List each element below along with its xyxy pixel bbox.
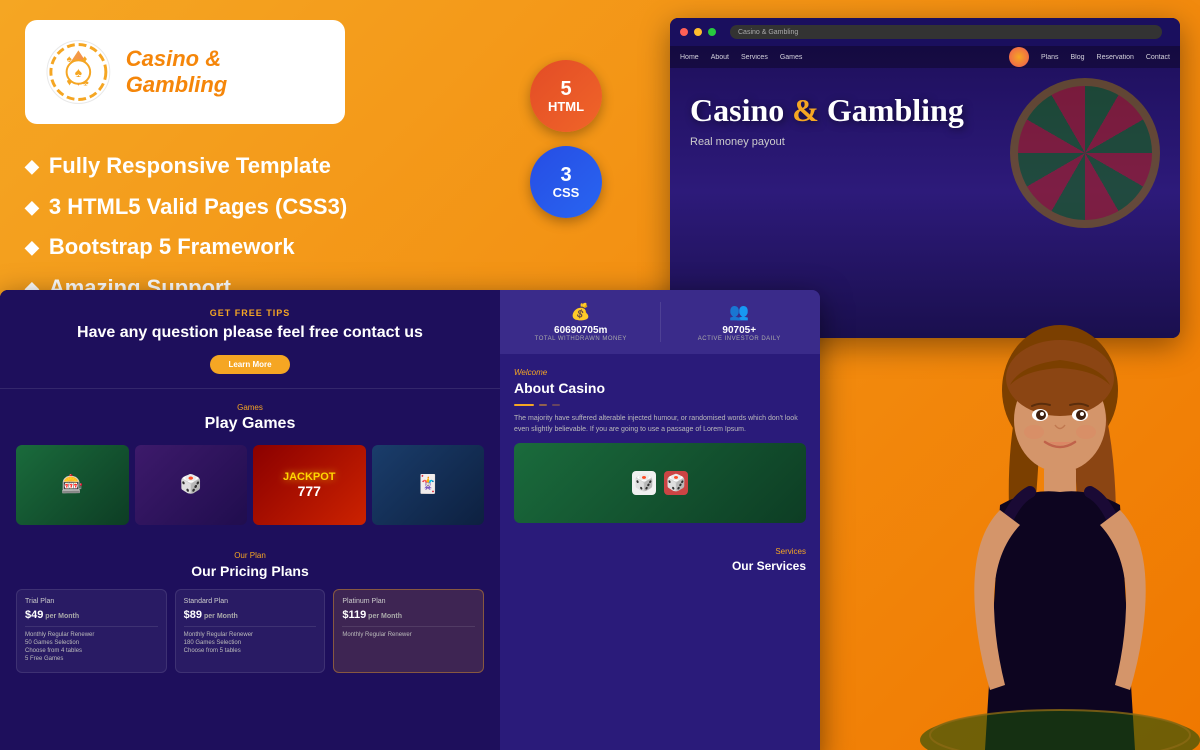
platinum-name: Platinum Plan <box>342 598 475 605</box>
stat-withdrawn: 💰 60690705m TOTAL WITHDRAWN MONEY <box>512 302 650 342</box>
logo-box: ♠ ♦ ♥ ♣ ♠ Casino & Gambling <box>25 20 345 124</box>
casino-hero: Casino & Gambling Real money payout <box>670 68 1180 193</box>
about-text: The majority have suffered alterable inj… <box>514 414 806 435</box>
games-section: Games Play Games 🎰 🎲 JACKPOT 777 <box>0 389 500 539</box>
casino-nav: Home About Services Games Plans Blog Res… <box>670 46 1180 68</box>
price-card-standard: Standard Plan $89 per Month Monthly Regu… <box>175 589 326 673</box>
feature-item: ◆Fully Responsive Template <box>25 152 390 181</box>
bottom-left: GET FREE TIPS Have any question please f… <box>0 290 500 750</box>
dealer-svg <box>920 310 1200 750</box>
nav-dot-green <box>708 28 716 36</box>
services-section: Services Our Services <box>500 537 820 583</box>
stat-investors: 👥 90705+ ACTIVE INVESTOR DAILY <box>671 302 809 342</box>
tips-label: GET FREE TIPS <box>20 308 480 318</box>
dealer-overlay <box>920 310 1200 750</box>
tips-section: GET FREE TIPS Have any question please f… <box>0 290 500 389</box>
about-section: Welcome About Casino The majority have s… <box>500 354 820 537</box>
learn-more-button[interactable]: Learn More <box>210 355 289 374</box>
bottom-screenshot: GET FREE TIPS Have any question please f… <box>0 290 820 750</box>
game-card-jackpot[interactable]: JACKPOT 777 <box>253 445 366 525</box>
logo-icon: ♠ ♦ ♥ ♣ ♠ <box>45 38 112 106</box>
games-grid: 🎰 🎲 JACKPOT 777 🃏 <box>16 445 484 525</box>
diamond-icon: ◆ <box>25 196 39 219</box>
game-card-slots[interactable]: 🎰 <box>16 445 129 525</box>
browser-nav: Casino & Gambling <box>670 18 1180 46</box>
nav-home: Home <box>680 54 699 61</box>
services-heading: Our Services <box>514 559 806 573</box>
games-heading: Play Games <box>16 415 484 433</box>
about-image: 🎲 🎲 <box>514 443 806 523</box>
nav-blog: Blog <box>1071 54 1085 61</box>
css3-badge: 3 CSS <box>530 146 602 218</box>
logo-text: Casino & Gambling <box>126 46 325 99</box>
badge-container: 5 HTML 3 CSS <box>530 60 602 218</box>
screenshot-inner: GET FREE TIPS Have any question please f… <box>0 290 820 750</box>
about-heading: About Casino <box>514 380 806 396</box>
pricing-label: Our Plan <box>16 551 484 560</box>
tips-heading: Have any question please feel free conta… <box>20 323 480 344</box>
casino-nav-logo <box>1009 47 1029 67</box>
bottom-right: 💰 60690705m TOTAL WITHDRAWN MONEY 👥 9070… <box>500 290 820 750</box>
nav-about: About <box>711 54 729 61</box>
nav-services: Services <box>741 54 768 61</box>
pricing-cards: Trial Plan $49 per Month Monthly Regular… <box>16 589 484 673</box>
pricing-section: Our Plan Our Pricing Plans Trial Plan $4… <box>0 539 500 685</box>
main-container: ♠ ♦ ♥ ♣ ♠ Casino & Gambling ◆Fully Respo… <box>0 0 1200 750</box>
nav-dot-red <box>680 28 688 36</box>
html5-badge: 5 HTML <box>530 60 602 132</box>
roulette-wheel <box>1010 78 1160 228</box>
nav-contact: Contact <box>1146 54 1170 61</box>
feature-item: ◆3 HTML5 Valid Pages (CSS3) <box>25 193 390 222</box>
price-card-trial: Trial Plan $49 per Month Monthly Regular… <box>16 589 167 673</box>
game-card-cards[interactable]: 🃏 <box>372 445 485 525</box>
about-welcome: Welcome <box>514 368 806 377</box>
price-card-platinum: Platinum Plan $119 per Month Monthly Reg… <box>333 589 484 673</box>
services-label: Services <box>514 547 806 556</box>
stats-bar: 💰 60690705m TOTAL WITHDRAWN MONEY 👥 9070… <box>500 290 820 354</box>
nav-reservation: Reservation <box>1097 54 1134 61</box>
pricing-heading: Our Pricing Plans <box>16 563 484 579</box>
nav-plans: Plans <box>1041 54 1059 61</box>
feature-item: ◆Bootstrap 5 Framework <box>25 233 390 262</box>
nav-dot-yellow <box>694 28 702 36</box>
diamond-icon: ◆ <box>25 155 39 178</box>
games-label: Games <box>16 403 484 412</box>
diamond-icon: ◆ <box>25 236 39 259</box>
nav-games: Games <box>780 54 803 61</box>
game-card-chips[interactable]: 🎲 <box>135 445 248 525</box>
standard-name: Standard Plan <box>184 598 317 605</box>
trial-name: Trial Plan <box>25 598 158 605</box>
svg-text:♠: ♠ <box>75 65 82 80</box>
